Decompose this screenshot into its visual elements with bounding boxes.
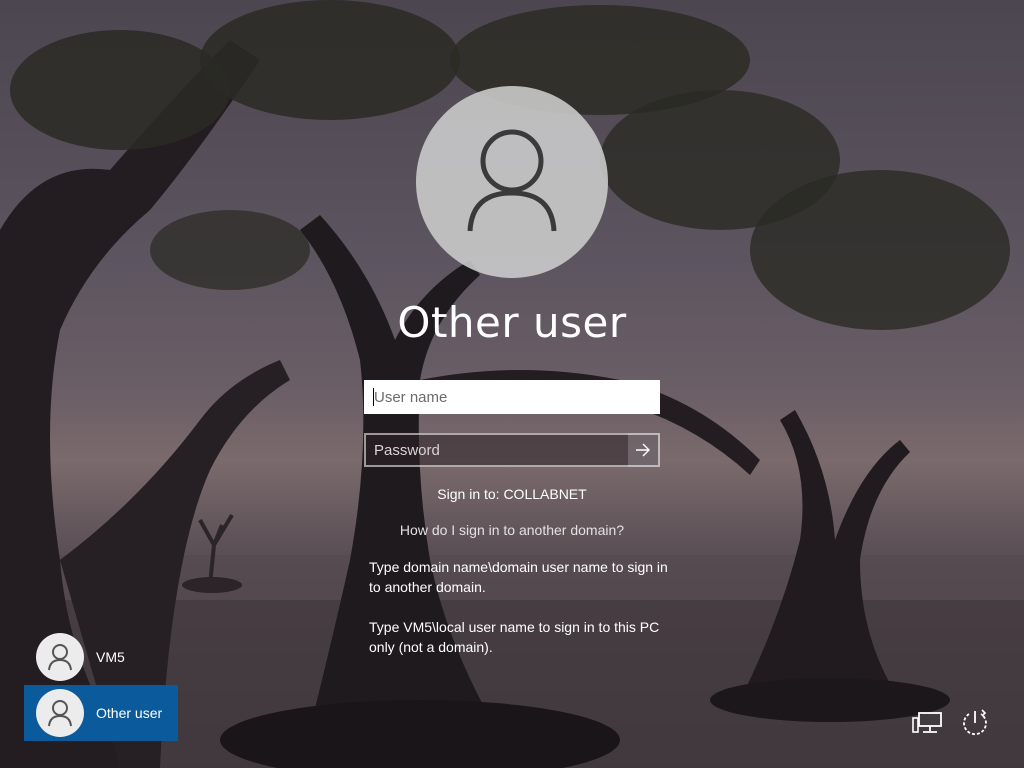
other-domain-help-link[interactable]: How do I sign in to another domain? xyxy=(312,522,712,538)
user-tile-label: VM5 xyxy=(96,649,125,665)
user-tile-vm5[interactable]: VM5 xyxy=(24,629,178,685)
arrow-right-icon xyxy=(636,443,650,457)
user-tile-label: Other user xyxy=(96,705,163,721)
user-icon xyxy=(48,644,72,671)
network-button[interactable] xyxy=(910,706,944,740)
text-caret xyxy=(373,388,374,406)
user-avatar xyxy=(416,86,608,278)
network-icon xyxy=(912,712,942,733)
submit-button[interactable] xyxy=(628,433,660,467)
domain-help-text: Type domain name\domain user name to sig… xyxy=(369,559,668,595)
power-button[interactable] xyxy=(958,706,992,740)
user-icon xyxy=(48,700,72,727)
power-icon xyxy=(963,709,987,736)
sign-in-domain-label: Sign in to: COLLABNET xyxy=(437,486,587,502)
page-title: Other user xyxy=(397,298,627,347)
avatar xyxy=(36,633,84,681)
username-input[interactable] xyxy=(364,380,660,414)
password-input[interactable] xyxy=(364,433,628,467)
user-icon xyxy=(467,129,557,232)
user-tile-other-user[interactable]: Other user xyxy=(24,685,178,741)
avatar xyxy=(36,689,84,737)
local-help-text: Type VM5\local user name to sign in to t… xyxy=(369,619,660,655)
